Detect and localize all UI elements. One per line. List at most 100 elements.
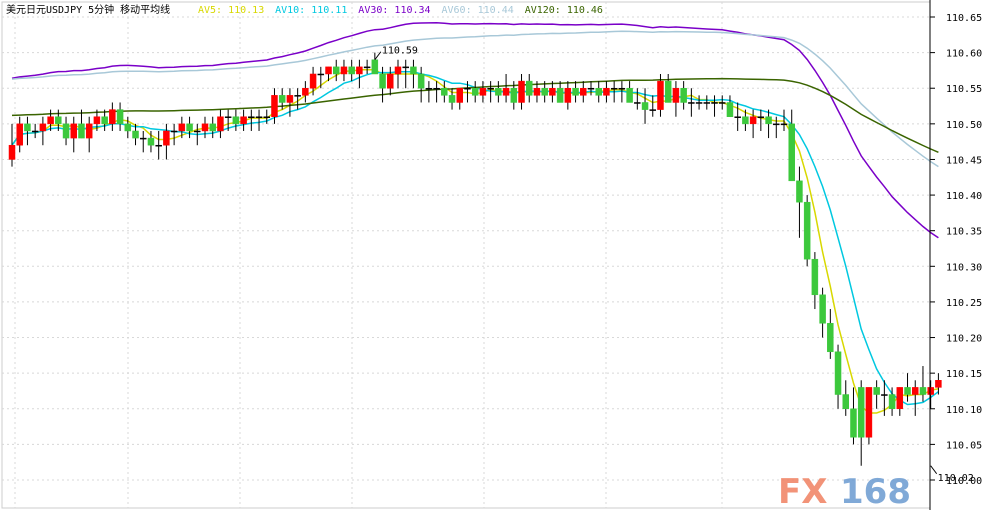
candle — [116, 102, 124, 131]
legend-item-av120: AV120: 110.46 — [525, 5, 603, 16]
candle-body — [85, 123, 93, 139]
candle-body — [780, 123, 788, 126]
candle-body — [688, 102, 695, 104]
candle — [911, 380, 919, 416]
chart-legend: 美元日元USDJPY 5分钟 移动平均线 AV5: 110.13 AV10: 110… — [6, 3, 603, 16]
candle-body — [255, 116, 263, 118]
candle-body — [850, 408, 857, 438]
ma-line-av10 — [11, 71, 939, 406]
y-tick-label: 110.35 — [946, 227, 982, 238]
candle-body — [842, 394, 850, 410]
candle — [394, 59, 402, 89]
candle-body — [734, 116, 741, 118]
candle-body — [387, 73, 394, 89]
candle-body — [240, 116, 247, 125]
candle-body — [147, 137, 155, 146]
chart-title: 美元日元USDJPY 5分钟 移动平均线 — [6, 3, 170, 16]
candle-body — [224, 116, 232, 118]
candle — [248, 109, 255, 131]
candle — [664, 73, 672, 103]
candle-body — [186, 123, 193, 132]
y-tick-label: 110.05 — [946, 440, 982, 451]
candle-body — [672, 87, 680, 103]
candle — [425, 81, 433, 103]
y-tick-label: 110.60 — [946, 49, 982, 60]
candle-body — [278, 95, 286, 103]
candle — [518, 73, 525, 110]
candle — [433, 81, 440, 103]
candle-body — [811, 258, 819, 296]
candle-body — [217, 116, 224, 132]
candle — [649, 95, 657, 117]
candle — [788, 109, 795, 182]
candle-body — [271, 95, 278, 117]
candle-body — [888, 394, 896, 410]
candles-group — [8, 52, 942, 466]
candle-body — [749, 116, 757, 125]
candle-body — [302, 87, 309, 96]
candle — [255, 109, 263, 131]
candle — [302, 81, 309, 103]
candle-body — [101, 116, 108, 125]
candle — [441, 81, 448, 103]
candle — [857, 380, 865, 466]
candle — [865, 387, 873, 445]
candle-body — [263, 116, 271, 118]
candle — [525, 73, 533, 103]
candle-body — [487, 87, 494, 90]
candle-body — [510, 87, 518, 103]
y-tick-label: 110.55 — [946, 84, 982, 95]
candle-body — [170, 130, 178, 133]
legend-item-av5: AV5: 110.13 — [198, 5, 264, 16]
candle-body — [664, 80, 672, 103]
watermark-text-fx: FX — [778, 472, 827, 510]
candle — [896, 387, 904, 416]
candle — [634, 88, 641, 110]
candle-body — [55, 116, 62, 125]
candle-body — [634, 102, 641, 104]
candle — [24, 116, 31, 146]
candle-body — [201, 123, 209, 132]
candle-body — [78, 123, 85, 139]
y-tick-label: 110.15 — [946, 369, 982, 380]
candle-body — [425, 87, 433, 90]
candle — [796, 166, 803, 238]
candle-body — [294, 95, 301, 97]
candle-body — [163, 130, 170, 146]
candle-body — [618, 87, 626, 90]
candle — [595, 81, 602, 103]
candle-body — [572, 87, 579, 96]
candle — [356, 59, 363, 89]
candle-body — [479, 87, 487, 96]
watermark-text-168: 168 — [840, 472, 911, 510]
candle-body — [464, 87, 471, 90]
candle-body — [248, 116, 255, 118]
candle — [850, 387, 857, 445]
candle-body — [62, 123, 70, 139]
candle-body — [718, 102, 726, 104]
candle-body — [896, 387, 904, 410]
candle — [495, 81, 502, 103]
candle-body — [680, 87, 687, 103]
y-tick-label: 110.45 — [946, 155, 982, 166]
candle — [170, 123, 178, 146]
candle-body — [742, 116, 749, 125]
candle-body — [533, 87, 541, 96]
candle — [163, 123, 170, 160]
candle — [332, 59, 340, 82]
chart-svg: 110.65110.60110.55110.50110.45110.40110.… — [1, 0, 982, 512]
candle — [935, 373, 942, 395]
candle-body — [502, 87, 510, 96]
candle-body — [564, 87, 572, 103]
candle-body — [518, 80, 525, 103]
candle-body — [194, 130, 201, 133]
candle-body — [232, 116, 240, 125]
candle-body — [24, 123, 31, 132]
y-tick-label: 110.50 — [946, 120, 982, 131]
candle-body — [309, 73, 317, 89]
candle-body — [363, 66, 371, 69]
y-tick-label: 110.10 — [946, 405, 982, 416]
candle — [348, 59, 355, 82]
candle — [456, 87, 464, 110]
candle — [8, 123, 16, 167]
